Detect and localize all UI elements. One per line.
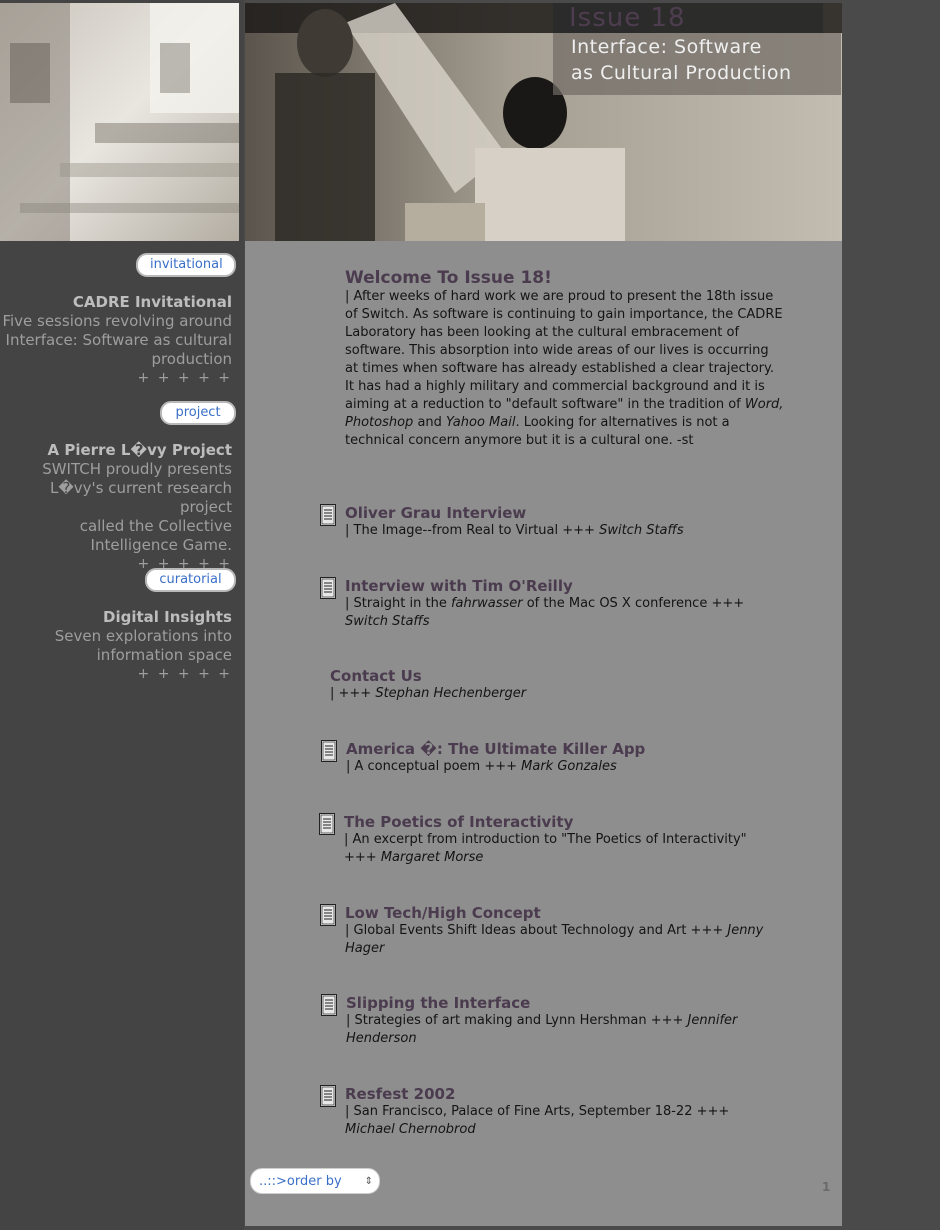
welcome-text: and [413, 415, 447, 430]
sidebar-section-curatorial: Digital Insights Seven explorations into… [0, 608, 232, 684]
article-desc-text: | Straight in the [345, 596, 451, 611]
issue-subtitle-line1: Interface: Software [571, 36, 762, 58]
article-desc: | The Image--from Real to Virtual +++ Sw… [345, 522, 770, 540]
document-icon [319, 813, 335, 835]
sidebar-text-line: L�vy's current research project [50, 479, 232, 516]
chevron-updown-icon: ⇕ [364, 1176, 373, 1187]
article-title-link[interactable]: Slipping the Interface [346, 994, 771, 1012]
article-title-link[interactable]: Oliver Grau Interview [345, 504, 770, 522]
sidebar-title[interactable]: CADRE Invitational [0, 293, 232, 312]
article-item: The Poetics of Interactivity | An excerp… [319, 813, 769, 867]
article-title-link[interactable]: The Poetics of Interactivity [344, 813, 769, 831]
article-desc-text: | Strategies of art making and Lynn Hers… [346, 1013, 688, 1028]
article-desc: | +++ Stephan Hechenberger [330, 685, 780, 703]
right-margin [842, 0, 940, 1230]
welcome-body: | After weeks of hard work we are proud … [345, 288, 785, 450]
document-icon [320, 577, 336, 599]
article-desc-text: | +++ [330, 686, 376, 701]
article-author: Switch Staffs [599, 523, 684, 538]
document-icon [321, 994, 337, 1016]
article-item: Contact Us | +++ Stephan Hechenberger [330, 667, 780, 703]
article-desc: | Strategies of art making and Lynn Hers… [346, 1012, 771, 1048]
sidebar-text-line: information space [96, 646, 232, 664]
document-icon [320, 1085, 336, 1107]
sidebar-plus-divider: + + + + + [137, 370, 232, 386]
article-title-link[interactable]: Interview with Tim O'Reilly [345, 577, 770, 595]
issue-subtitle-line2: as Cultural Production [571, 62, 792, 84]
article-author: Mark Gonzales [521, 759, 617, 774]
welcome-text-italic: Yahoo Mail [446, 415, 516, 430]
article-desc-text: | Global Events Shift Ideas about Techno… [345, 923, 728, 938]
sidebar-text-line: Intelligence Game. [90, 536, 232, 554]
article-desc-text: | A conceptual poem +++ [346, 759, 522, 774]
article-title-link[interactable]: Resfest 2002 [345, 1085, 770, 1103]
article-title-link[interactable]: Contact Us [330, 667, 780, 685]
sidebar-section-project: A Pierre L�vy Project SWITCH proudly pre… [0, 441, 232, 574]
article-desc-italic: fahrwasser [450, 596, 523, 611]
article-desc-text: | San Francisco, Palace of Fine Arts, Se… [345, 1104, 730, 1119]
curatorial-button[interactable]: curatorial [145, 568, 236, 592]
project-button[interactable]: project [160, 401, 236, 425]
sidebar-section-invitational: CADRE Invitational Five sessions revolvi… [0, 293, 232, 388]
article-author: Switch Staffs [345, 614, 430, 629]
article-desc-text: | The Image--from Real to Virtual +++ [345, 523, 600, 538]
article-title-link[interactable]: Low Tech/High Concept [345, 904, 770, 922]
sidebar-title[interactable]: Digital Insights [0, 608, 232, 627]
article-author: Stephan Hechenberger [375, 686, 527, 701]
invitational-button[interactable]: invitational [136, 253, 236, 277]
sidebar-text-line: Interface: Software as cultural [5, 331, 232, 349]
article-desc-text: of the Mac OS X conference +++ [522, 596, 745, 611]
article-author: Michael Chernobrod [345, 1122, 476, 1137]
sidebar-plus-divider: + + + + + [137, 666, 232, 682]
article-item: Oliver Grau Interview | The Image--from … [320, 504, 770, 540]
article-item: Low Tech/High Concept | Global Events Sh… [320, 904, 770, 958]
sidebar-text-line: Five sessions revolving around [2, 312, 232, 330]
studio-photo-graphic [0, 3, 239, 241]
studio-photo [0, 3, 239, 241]
sidebar-title[interactable]: A Pierre L�vy Project [0, 441, 232, 460]
welcome-title: Welcome To Issue 18! [345, 268, 552, 288]
article-desc: | San Francisco, Palace of Fine Arts, Se… [345, 1103, 770, 1139]
issue-subtitle: Interface: Software as Cultural Producti… [571, 34, 841, 86]
sidebar-text-line: called the Collective [79, 517, 232, 535]
issue-number: Issue 18 [569, 3, 686, 33]
document-icon [320, 504, 336, 526]
welcome-text: | After weeks of hard work we are proud … [345, 289, 783, 412]
sidebar-text-line: SWITCH proudly presents [42, 460, 232, 478]
page-number[interactable]: 1 [822, 1180, 830, 1194]
article-item: America �: The Ultimate Killer App | A c… [321, 740, 771, 776]
article-item: Resfest 2002 | San Francisco, Palace of … [320, 1085, 770, 1139]
article-desc: | Global Events Shift Ideas about Techno… [345, 922, 770, 958]
article-desc: | A conceptual poem +++ Mark Gonzales [346, 758, 771, 776]
article-desc: | Straight in the fahrwasser of the Mac … [345, 595, 770, 631]
article-author: Margaret Morse [380, 850, 484, 865]
document-icon [321, 740, 337, 762]
order-by-value: ..::>order by [259, 1174, 342, 1189]
article-title-link[interactable]: America �: The Ultimate Killer App [346, 740, 771, 758]
article-item: Slipping the Interface | Strategies of a… [321, 994, 771, 1048]
document-icon [320, 904, 336, 926]
article-desc: | An excerpt from introduction to "The P… [344, 831, 769, 867]
article-item: Interview with Tim O'Reilly | Straight i… [320, 577, 770, 631]
sidebar-text-line: Seven explorations into [54, 627, 232, 645]
sidebar-text-line: production [151, 350, 232, 368]
order-by-select[interactable]: ..::>order by ⇕ [250, 1168, 380, 1194]
